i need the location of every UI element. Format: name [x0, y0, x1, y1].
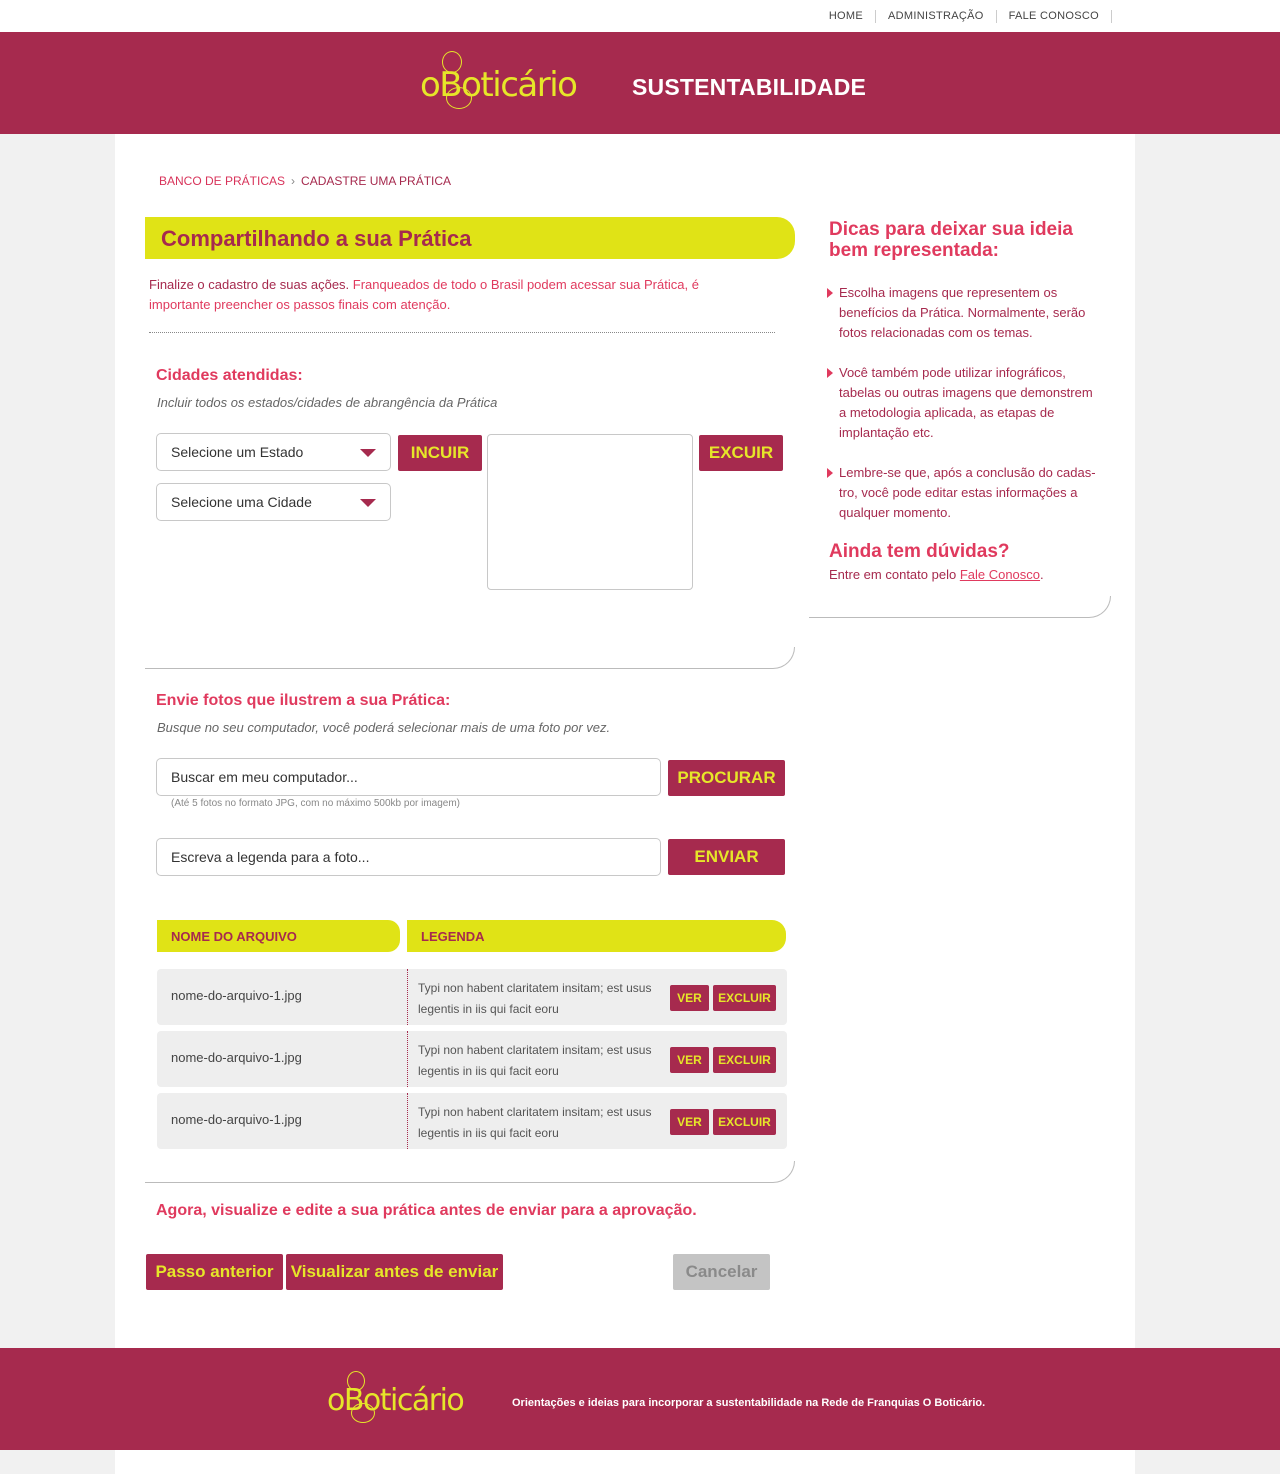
boticario-logo[interactable]: oBoticário: [420, 51, 578, 109]
view-button[interactable]: VER: [670, 1109, 709, 1135]
send-button[interactable]: ENVIAR: [668, 839, 785, 875]
help-title: Ainda tem dúvidas?: [829, 541, 1010, 562]
footer-tagline: Orientações e ideias para incorporar a s…: [512, 1397, 986, 1409]
table-row: nome-do-arquivo-1.jpg Typi non habent cl…: [157, 969, 787, 1025]
row-separator: [407, 969, 408, 1025]
chevron-down-icon: [360, 499, 376, 507]
row-filename: nome-do-arquivo-1.jpg: [171, 1050, 302, 1065]
cities-title: Cidades atendidas:: [156, 367, 303, 384]
logo-ornament: [347, 1371, 365, 1391]
arrow-right-icon: [827, 468, 833, 478]
intro-text: Finalize o cadastro de suas ações. Franq…: [149, 275, 759, 315]
tip-text: Você também pode utilizar infográficos, …: [839, 365, 1093, 440]
row-caption: Typi non habent claritatem insitam; est …: [418, 1043, 652, 1078]
site-footer: oBoticário Orientações e ideias para inc…: [0, 1348, 1280, 1450]
intro-lead: Finalize o cadastro de suas ações.: [149, 277, 350, 292]
site-header: oBoticário SUSTENTABILIDADE: [0, 32, 1280, 134]
state-select[interactable]: Selecione um Estado: [156, 433, 391, 471]
footer-logo-text: oBoticário: [327, 1383, 465, 1418]
bottom-strip: [115, 1450, 1135, 1474]
column-header-caption: LEGENDA: [407, 920, 786, 952]
dotted-divider: [149, 332, 775, 333]
state-select-value: Selecione um Estado: [171, 444, 304, 460]
photos-subtitle: Busque no seu computador, você poderá se…: [157, 720, 611, 735]
tip-item: Você também pode utilizar infográficos, …: [827, 363, 1099, 443]
previous-step-button[interactable]: Passo anterior: [146, 1254, 283, 1290]
table-row: nome-do-arquivo-1.jpg Typi non habent cl…: [157, 1031, 787, 1087]
row-caption: Typi non habent claritatem insitam; est …: [418, 981, 652, 1016]
photos-title: Envie fotos que ilustrem a sua Prática:: [156, 692, 451, 709]
row-filename: nome-do-arquivo-1.jpg: [171, 988, 302, 1003]
logo-text: oBoticário: [420, 65, 578, 105]
tip-item: Lembre-se que, após a conclusão do cadas…: [827, 463, 1099, 523]
nav-administracao[interactable]: ADMINISTRAÇÃO: [876, 10, 997, 23]
nav-home[interactable]: HOME: [817, 10, 877, 23]
page-title: Compartilhando a sua Prática: [161, 226, 472, 251]
browse-button[interactable]: PROCURAR: [668, 760, 785, 796]
tip-item: Escolha imagens que representem os benef…: [827, 283, 1099, 343]
cancel-button[interactable]: Cancelar: [673, 1254, 770, 1290]
nav-fale-conosco-link[interactable]: FALE CONOSCO: [1009, 10, 1099, 22]
site-title: SUSTENTABILIDADE: [632, 74, 867, 100]
row-filename: nome-do-arquivo-1.jpg: [171, 1112, 302, 1127]
final-note: Agora, visualize e edite a sua prática a…: [156, 1202, 697, 1219]
breadcrumb-separator: ›: [291, 174, 296, 188]
delete-button[interactable]: EXCLUIR: [713, 985, 776, 1011]
include-button[interactable]: INCUIR: [398, 435, 482, 471]
selected-cities-list[interactable]: [487, 434, 693, 590]
section-divider: [145, 1161, 795, 1183]
logo-ornament-bottom: [351, 1403, 375, 1423]
main-content: BANCO DE PRÁTICAS › CADASTRE UMA PRÁTICA C…: [115, 134, 1135, 1348]
view-button[interactable]: VER: [670, 985, 709, 1011]
help-text-lead: Entre em contato pelo: [829, 567, 960, 582]
tips-list: Escolha imagens que representem os benef…: [827, 283, 1099, 523]
delete-button[interactable]: EXCLUIR: [713, 1047, 776, 1073]
row-caption: Typi non habent claritatem insitam; est …: [418, 1105, 652, 1140]
file-path-input[interactable]: Buscar em meu computador...: [156, 758, 661, 796]
footer-logo[interactable]: oBoticário: [327, 1371, 465, 1423]
exclude-button[interactable]: EXCUIR: [699, 435, 783, 471]
column-header-filename: NOME DO ARQUIVO: [157, 920, 400, 952]
view-button[interactable]: VER: [670, 1047, 709, 1073]
tips-sidebar: Dicas para deixar sua ideia bem represen…: [827, 219, 1099, 582]
logo-ornament-bottom: [446, 87, 472, 109]
breadcrumb-current: CADASTRE UMA PRÁTICA: [301, 174, 452, 188]
top-navigation: HOME ADMINISTRAÇÃO FALE CONOSCO: [0, 0, 1280, 32]
table-row: nome-do-arquivo-1.jpg Typi non habent cl…: [157, 1093, 787, 1149]
section-divider: [145, 647, 795, 669]
breadcrumb: BANCO DE PRÁTICAS › CADASTRE UMA PRÁTICA: [159, 174, 451, 188]
chevron-down-icon: [360, 449, 376, 457]
delete-button[interactable]: EXCLUIR: [713, 1109, 776, 1135]
breadcrumb-banco-de-praticas[interactable]: BANCO DE PRÁTICAS: [159, 174, 285, 188]
cities-subtitle: Incluir todos os estados/cidades de abra…: [157, 395, 498, 410]
sidebar-title: Dicas para deixar sua ideia bem represen…: [829, 219, 1073, 261]
logo-ornament: [442, 51, 462, 73]
tip-text: Escolha imagens que representem os benef…: [839, 285, 1086, 340]
nav-home-link[interactable]: HOME: [829, 10, 863, 22]
arrow-right-icon: [827, 288, 833, 298]
help-text-end: .: [1040, 567, 1044, 582]
arrow-right-icon: [827, 368, 833, 378]
caption-input[interactable]: Escreva a legenda para a foto...: [156, 838, 661, 876]
help-text: Entre em contato pelo Fale Conosco.: [829, 567, 1099, 582]
nav-administracao-link[interactable]: ADMINISTRAÇÃO: [888, 10, 984, 22]
upload-hint: (Até 5 fotos no formato JPG, com no máxi…: [171, 798, 461, 809]
fale-conosco-link[interactable]: Fale Conosco: [960, 567, 1040, 582]
city-select[interactable]: Selecione uma Cidade: [156, 483, 391, 521]
row-separator: [407, 1031, 408, 1087]
page-title-bar: Compartilhando a sua Prática: [145, 217, 795, 259]
preview-button[interactable]: Visualizar antes de enviar: [286, 1254, 503, 1290]
nav-fale-conosco[interactable]: FALE CONOSCO: [997, 10, 1112, 23]
row-separator: [407, 1093, 408, 1149]
city-select-value: Selecione uma Cidade: [171, 494, 312, 510]
sidebar-divider: [809, 596, 1111, 618]
tip-text: Lembre-se que, após a conclusão do cadas…: [839, 465, 1096, 520]
